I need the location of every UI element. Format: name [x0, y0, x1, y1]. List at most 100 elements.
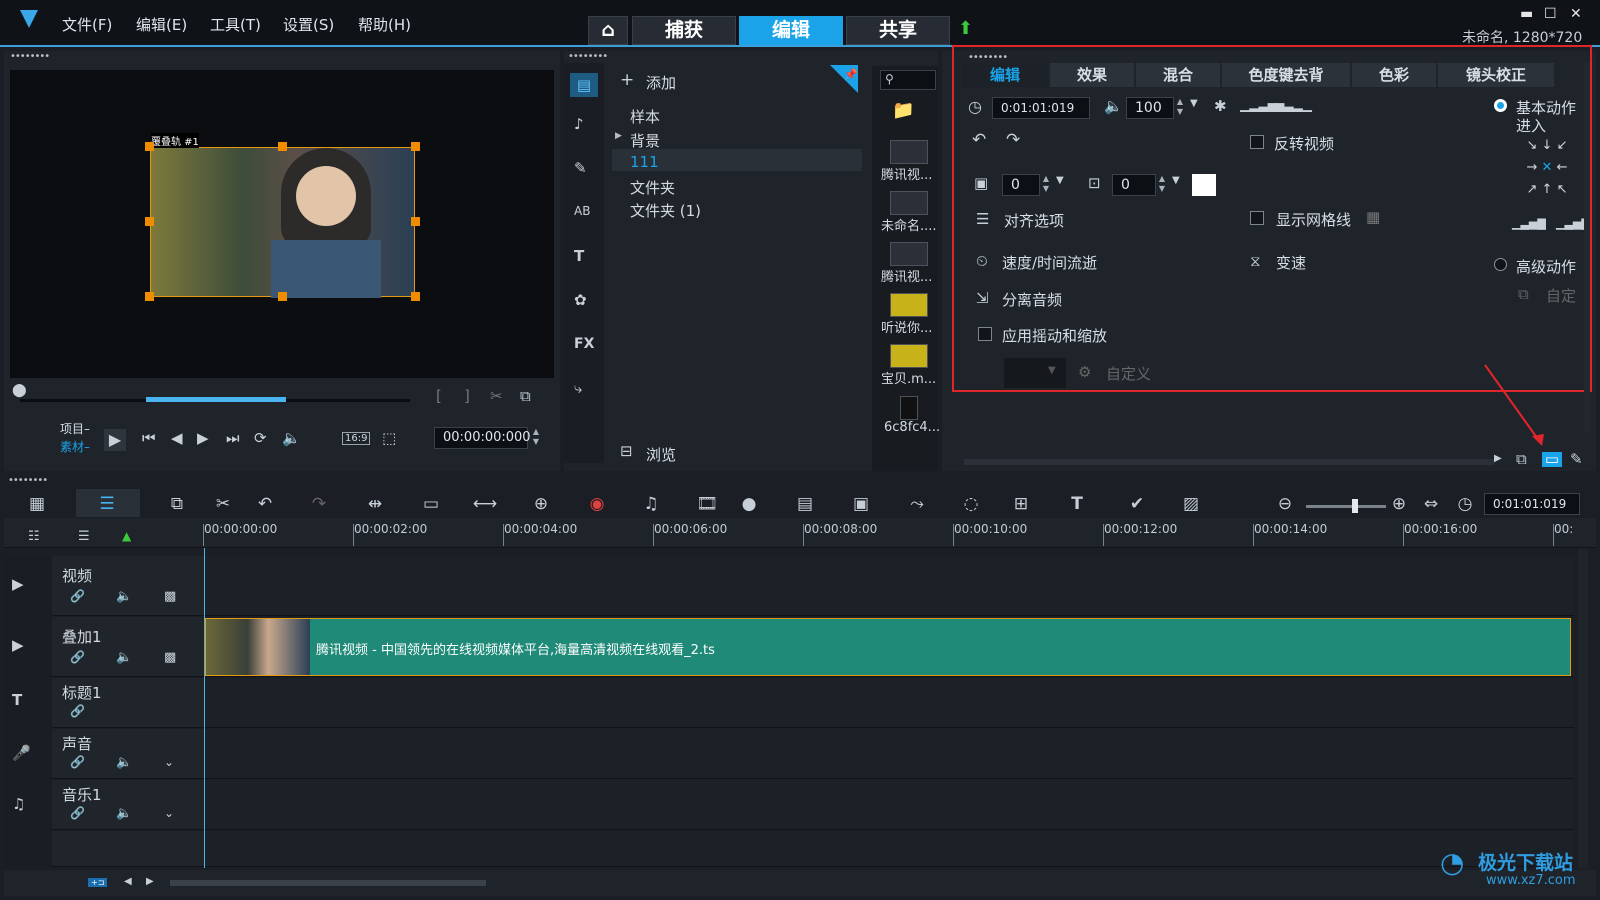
- 3d-title-icon[interactable]: T: [1064, 494, 1090, 514]
- menu-file[interactable]: 文件(F): [62, 14, 112, 35]
- checked-icon[interactable]: ✔: [1124, 494, 1150, 514]
- rotate-a-spinner[interactable]: ▲ ▼: [1040, 174, 1052, 196]
- overlay-track-icon[interactable]: ▶: [12, 638, 24, 653]
- link-icon[interactable]: 🔗: [70, 807, 85, 819]
- rotate-b-field[interactable]: 0: [1112, 174, 1156, 196]
- direction-sw-icon[interactable]: ↗: [1527, 182, 1538, 197]
- variable-speed-icon[interactable]: ⧖: [1250, 254, 1261, 269]
- track-volume-icon[interactable]: 🔈: [116, 651, 132, 664]
- graphic-icon[interactable]: ✿: [574, 293, 587, 308]
- path-icon[interactable]: ⤷: [574, 381, 582, 396]
- track-volume-icon[interactable]: 🔈: [116, 590, 132, 603]
- menu-edit[interactable]: 编辑(E): [136, 14, 187, 35]
- resize-handle[interactable]: [411, 217, 420, 226]
- redo-icon[interactable]: ↷: [306, 494, 332, 514]
- folder-item[interactable]: 文件夹: [630, 177, 675, 198]
- loop-icon[interactable]: ◌: [958, 494, 984, 514]
- folder-item-selected[interactable]: 111: [630, 153, 659, 171]
- tab-capture[interactable]: 捕获: [632, 16, 736, 45]
- track-grid-icon[interactable]: ▩: [164, 651, 176, 664]
- track-manager-icon[interactable]: ☷: [28, 530, 40, 543]
- home-button[interactable]: ⌂: [588, 16, 628, 45]
- track-volume-icon[interactable]: 🔈: [116, 756, 132, 769]
- view-mode-icon[interactable]: ⧉: [1516, 452, 1527, 467]
- pan-zoom-preset-dropdown[interactable]: ▼: [1004, 358, 1066, 388]
- storyboard-view-icon[interactable]: ▦: [24, 494, 50, 514]
- panel-grip[interactable]: ••••••••: [968, 53, 1008, 63]
- media-thumb[interactable]: [890, 293, 928, 317]
- crop-icon[interactable]: ⬚: [382, 431, 396, 446]
- copy-track-icon[interactable]: ⧉: [164, 494, 190, 514]
- subtab-color[interactable]: 色彩: [1352, 63, 1436, 87]
- rotate-b-dropdown-icon[interactable]: ▼: [1172, 176, 1180, 186]
- video-track-icon[interactable]: ▶: [12, 577, 24, 592]
- align-icon[interactable]: ☰: [976, 212, 989, 227]
- reverse-video-checkbox[interactable]: [1250, 135, 1264, 149]
- tab-edit[interactable]: 编辑: [739, 16, 843, 45]
- go-end-icon[interactable]: ⏭: [226, 431, 240, 446]
- rotate-a-dropdown-icon[interactable]: ▼: [1056, 176, 1064, 186]
- edit-properties-icon[interactable]: ✎: [1570, 452, 1583, 467]
- media-icon[interactable]: ▤: [570, 73, 598, 97]
- music-track-icon[interactable]: ♫: [12, 797, 25, 812]
- direction-n-icon[interactable]: ↓: [1542, 138, 1553, 153]
- title-track-icon[interactable]: ▤: [792, 494, 818, 514]
- expand-arrow-icon[interactable]: ▶: [615, 131, 622, 141]
- options-hscroll[interactable]: [964, 459, 1494, 465]
- project-mode-label[interactable]: 项目–: [60, 420, 90, 437]
- rotate-right-icon[interactable]: ↷: [1006, 132, 1020, 149]
- split-audio-icon[interactable]: ⇲: [976, 291, 989, 306]
- timeline-timecode[interactable]: 0:01:01:019: [1484, 493, 1580, 515]
- title-track-icon[interactable]: T: [12, 693, 22, 708]
- scroll-mode-button[interactable]: +⊐: [88, 878, 108, 887]
- film-icon[interactable]: 🎞: [694, 494, 720, 514]
- track-volume-icon[interactable]: 🔈: [116, 807, 132, 820]
- direction-se-icon[interactable]: ↖: [1557, 182, 1568, 197]
- media-thumb[interactable]: [900, 396, 918, 420]
- direction-center-icon[interactable]: ✕: [1542, 160, 1553, 175]
- scroll-left-icon[interactable]: ◀: [124, 877, 132, 887]
- mark-out-icon[interactable]: ]: [464, 389, 470, 404]
- resize-handle[interactable]: [411, 292, 420, 301]
- preview-screen[interactable]: 覆叠轨 #1: [10, 70, 554, 378]
- filter-fx-icon[interactable]: FX: [574, 337, 594, 351]
- grid-settings-icon[interactable]: ▦: [1366, 210, 1380, 225]
- link-icon[interactable]: 🔗: [70, 705, 85, 717]
- resize-handle[interactable]: [145, 142, 154, 151]
- music-icon[interactable]: ♪: [574, 117, 584, 132]
- advanced-motion-radio[interactable]: [1494, 258, 1507, 271]
- upload-arrow-icon[interactable]: ⬆: [958, 20, 973, 38]
- track-row-video[interactable]: [204, 556, 1574, 616]
- fit-timeline-icon[interactable]: ⇹: [362, 494, 388, 514]
- link-icon[interactable]: 🔗: [70, 651, 85, 663]
- fade-in-icon[interactable]: ▁▂▃▅: [1240, 99, 1277, 111]
- scroll-right-icon[interactable]: ▶: [1494, 454, 1502, 464]
- fit-project-icon[interactable]: ⇔: [1418, 494, 1444, 514]
- zoom-in-icon[interactable]: ⊕: [1386, 494, 1412, 514]
- timecode-spinner[interactable]: ▲ ▼: [530, 427, 542, 449]
- media-thumb[interactable]: [890, 242, 928, 266]
- rotate-b-spinner[interactable]: ▲ ▼: [1156, 174, 1168, 196]
- add-folder-label[interactable]: 添加: [646, 72, 676, 93]
- minimize-button[interactable]: ▬: [1520, 6, 1533, 22]
- speed-icon[interactable]: ⏲: [976, 254, 988, 269]
- volume-icon[interactable]: 🔈: [282, 431, 301, 446]
- menu-tools[interactable]: 工具(T): [210, 14, 261, 35]
- timeline-hscroll[interactable]: [170, 880, 486, 886]
- customize-icon[interactable]: ⚙: [1078, 365, 1091, 380]
- fade-out-icon[interactable]: ▅▃▂▁: [1275, 99, 1312, 111]
- repeat-icon[interactable]: ⟳: [254, 431, 267, 446]
- subtab-edit[interactable]: 编辑: [962, 63, 1048, 87]
- transition-icon[interactable]: AB: [574, 205, 590, 217]
- scroll-right-icon[interactable]: ▶: [146, 877, 154, 887]
- enter-direction-grid[interactable]: ↘ ↓ ↙ → ✕ ← ↗ ↑ ↖: [1514, 135, 1580, 201]
- instant-project-icon[interactable]: ✎: [574, 161, 587, 176]
- rotate-left-icon[interactable]: ↶: [972, 132, 986, 149]
- volume-icon[interactable]: 🔈: [1104, 99, 1123, 114]
- track-row-voice[interactable]: [204, 729, 1574, 779]
- audio-mixer-icon[interactable]: ♫: [638, 494, 664, 514]
- tools-icon[interactable]: ✂: [210, 494, 236, 514]
- overlay-clip[interactable]: 腾讯视频 - 中国领先的在线视频媒体平台,海量高清视频在线观看_2.ts: [205, 618, 1571, 676]
- options-panel-toggle-icon[interactable]: ▭: [1542, 452, 1562, 467]
- zoom-slider-thumb[interactable]: [1352, 499, 1358, 513]
